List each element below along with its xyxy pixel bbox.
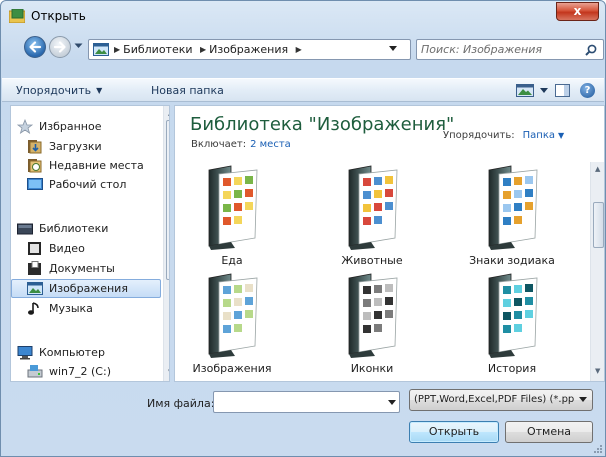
documents-library-icon xyxy=(28,261,41,275)
search-input[interactable] xyxy=(421,42,581,57)
organize-button[interactable]: Упорядочить ▼ xyxy=(16,84,102,97)
nav-item-label: Изображения xyxy=(49,282,128,295)
nav-item-label: Недавние места xyxy=(49,159,144,172)
downloads-folder-icon xyxy=(28,140,42,154)
folder-icon xyxy=(208,273,258,358)
nav-libraries-label: Библиотеки xyxy=(39,222,109,235)
nav-item-label: Документы xyxy=(49,262,115,275)
filename-input[interactable] xyxy=(217,395,377,410)
breadcrumb-libraries[interactable]: Библиотеки xyxy=(123,43,192,56)
library-includes: Включает: 2 места xyxy=(191,139,291,150)
filename-chevron-down-icon[interactable] xyxy=(388,400,396,405)
folder-label: История xyxy=(487,362,537,375)
search-box xyxy=(416,39,604,60)
folder-item[interactable]: Изображения xyxy=(177,272,287,381)
recent-places-icon xyxy=(28,159,42,173)
folder-item[interactable]: История xyxy=(457,272,567,381)
address-bar[interactable]: ▶ Библиотеки ▶ Изображения ▶ xyxy=(88,39,498,60)
search-icon[interactable] xyxy=(585,44,597,56)
organize-label: Упорядочить xyxy=(16,84,92,97)
video-library-icon xyxy=(28,242,41,255)
arrange-by: Упорядочить: Папка ▼ xyxy=(443,130,564,141)
folder-icon xyxy=(348,273,398,358)
breadcrumb-pictures[interactable]: Изображения xyxy=(209,43,288,56)
arrow-right-icon xyxy=(53,41,66,53)
desktop-icon xyxy=(27,178,43,190)
open-button[interactable]: Открыть xyxy=(409,421,499,443)
preview-pane-icon[interactable] xyxy=(555,84,570,97)
filetype-value: (PPT,Word,Excel,PDF Files) (*.pp xyxy=(414,394,574,405)
arrange-by-dropdown[interactable]: Папка xyxy=(523,130,555,141)
nav-scrollbar-thumb[interactable] xyxy=(166,120,169,280)
folder-app-icon xyxy=(9,9,25,23)
folder-item[interactable]: Еда xyxy=(177,164,287,284)
window-title: Открыть xyxy=(31,9,86,23)
chevron-down-icon: ▼ xyxy=(96,86,103,95)
nav-item-label: win7_2 (C:) xyxy=(49,365,111,378)
nav-item-label: Загрузки xyxy=(49,140,102,153)
breadcrumb: ▶ Библиотеки ▶ Изображения ▶ xyxy=(113,43,305,56)
resize-grip-icon[interactable] xyxy=(592,443,602,453)
content-pane: Библиотека "Изображения" Включает: 2 мест… xyxy=(174,105,605,382)
folder-icon xyxy=(348,165,398,250)
filetype-select[interactable]: (PPT,Word,Excel,PDF Files) (*.pp xyxy=(409,389,593,411)
close-button[interactable]: x xyxy=(556,2,599,21)
libraries-icon xyxy=(17,223,33,235)
folder-label: Еда xyxy=(221,254,243,267)
scroll-up-icon[interactable]: ▲ xyxy=(168,109,169,117)
includes-locations-link[interactable]: 2 места xyxy=(250,139,291,150)
help-icon[interactable]: ? xyxy=(580,83,595,98)
music-note-icon xyxy=(28,302,39,315)
breadcrumb-separator-icon[interactable]: ▶ xyxy=(296,45,302,54)
breadcrumb-separator-icon[interactable]: ▶ xyxy=(114,45,120,54)
folder-label: Животные xyxy=(341,254,403,267)
nav-item-label: Музыка xyxy=(49,302,93,315)
back-button[interactable] xyxy=(24,36,46,58)
arrow-left-icon xyxy=(29,41,42,53)
scroll-up-icon[interactable]: ▲ xyxy=(595,165,600,173)
chevron-down-icon[interactable]: ▼ xyxy=(558,131,564,140)
folder-icon xyxy=(488,165,538,250)
address-history-chevron-icon[interactable] xyxy=(389,46,397,51)
cancel-button[interactable]: Отмена xyxy=(505,421,593,443)
folder-item[interactable]: Животные xyxy=(317,164,427,284)
folder-icon xyxy=(208,165,258,250)
hard-drive-icon xyxy=(27,365,43,378)
nav-scrollbar[interactable]: ▲ ▼ xyxy=(163,106,169,381)
filename-label: Имя файла: xyxy=(147,397,215,410)
includes-label: Включает: xyxy=(191,139,247,150)
filename-combobox xyxy=(213,391,400,413)
folder-item[interactable]: Знаки зодиака xyxy=(457,164,567,284)
folder-label: Знаки зодиака xyxy=(469,254,555,267)
content-scrollbar[interactable]: ▲ ▼ xyxy=(590,162,604,381)
nav-item-label: Видео xyxy=(49,242,85,255)
new-folder-button[interactable]: Новая папка xyxy=(151,84,224,97)
content-scrollbar-thumb[interactable] xyxy=(593,202,604,248)
recent-pages-chevron-icon[interactable] xyxy=(74,43,83,49)
navigation-pane: Избранное Загрузки Недавние места Рабочи… xyxy=(10,105,170,382)
computer-icon xyxy=(17,346,33,360)
forward-button[interactable] xyxy=(49,36,71,58)
title-bar: Открыть x xyxy=(1,1,605,31)
pictures-library-icon xyxy=(93,43,109,56)
nav-item-label: Рабочий стол xyxy=(49,178,127,191)
command-bar: Упорядочить ▼ Новая папка ? xyxy=(2,78,604,102)
open-file-dialog: Открыть x ▶ Библиотеки ▶ Изображения ▶ П… xyxy=(0,0,606,457)
library-title: Библиотека "Изображения" xyxy=(190,114,455,135)
folder-icon xyxy=(488,273,538,358)
views-chevron-down-icon[interactable] xyxy=(540,88,548,93)
folder-label: Изображения xyxy=(192,362,272,375)
change-view-icon[interactable] xyxy=(516,84,534,97)
pictures-library-icon xyxy=(27,282,43,295)
filetype-chevron-down-icon xyxy=(579,397,587,402)
scroll-down-icon[interactable]: ▼ xyxy=(595,367,600,375)
folder-item[interactable]: Иконки xyxy=(317,272,427,381)
arrange-label: Упорядочить: xyxy=(443,130,515,141)
folder-label: Иконки xyxy=(350,362,394,375)
nav-computer-label: Компьютер xyxy=(39,346,105,359)
breadcrumb-separator-icon[interactable]: ▶ xyxy=(200,45,206,54)
star-icon xyxy=(17,119,33,134)
nav-favorites-label: Избранное xyxy=(39,120,102,133)
scroll-down-icon[interactable]: ▼ xyxy=(168,368,169,376)
